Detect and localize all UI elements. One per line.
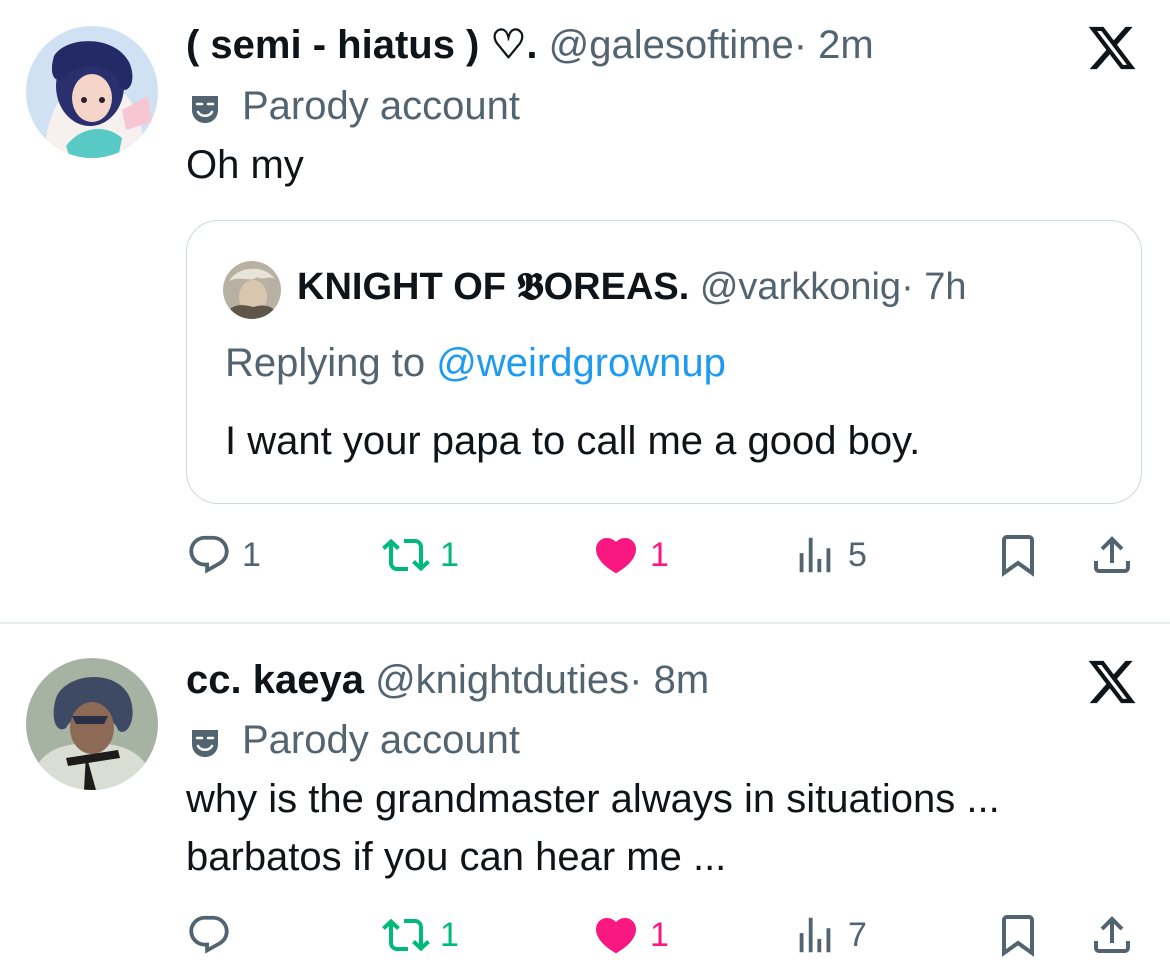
avatar[interactable]	[26, 658, 158, 790]
views-icon	[799, 537, 831, 573]
parody-label: Parody account	[188, 82, 520, 130]
heart-icon	[595, 538, 637, 574]
post-text: why is the grandmaster always in situati…	[186, 770, 1000, 886]
like-count: 1	[650, 915, 669, 954]
parody-mask-icon	[188, 723, 222, 757]
post-actions: 1 1 7	[186, 910, 1136, 960]
repost-icon	[382, 538, 430, 572]
post-header: ( semi - hiatus ) ♡. @galesoftime· 2m	[186, 21, 874, 69]
avatar[interactable]	[26, 26, 158, 158]
reply-icon	[189, 535, 229, 574]
repost-count: 1	[440, 535, 459, 574]
handle[interactable]: @knightduties	[375, 658, 629, 702]
replying-prefix: Replying to	[225, 341, 426, 385]
parody-mask-icon	[188, 89, 222, 123]
post-text-line: barbatos if you can hear me ...	[186, 835, 727, 879]
repost-icon	[382, 918, 430, 952]
x-logo-icon[interactable]	[1086, 22, 1138, 74]
share-icon	[1094, 536, 1130, 573]
handle[interactable]: @galesoftime	[549, 23, 794, 67]
like-button[interactable]: 1	[592, 910, 669, 960]
quote-avatar[interactable]	[223, 261, 281, 319]
reply-icon	[189, 915, 229, 954]
views-count: 5	[848, 535, 867, 574]
x-logo-icon[interactable]	[1086, 656, 1138, 708]
repost-button[interactable]: 1	[382, 910, 459, 960]
timestamp[interactable]: · 8m	[629, 658, 709, 702]
bookmark-icon	[1002, 535, 1034, 577]
post-header: cc. kaeya @knightduties· 8m	[186, 656, 709, 704]
parody-text: Parody account	[242, 718, 520, 762]
bookmark-icon	[1002, 915, 1034, 957]
repost-count: 1	[440, 915, 459, 954]
repost-button[interactable]: 1	[382, 530, 459, 580]
views-button[interactable]: 5	[792, 530, 867, 580]
share-button[interactable]	[1088, 530, 1136, 580]
parody-text: Parody account	[242, 84, 520, 128]
heart-icon	[595, 918, 637, 954]
post-actions: 1 1 1 5	[186, 530, 1136, 580]
post-text: Oh my	[186, 136, 304, 194]
quote-text: I want your papa to call me a good boy.	[225, 419, 921, 463]
like-count: 1	[650, 535, 669, 574]
views-count: 7	[848, 915, 867, 954]
views-button[interactable]: 7	[792, 910, 867, 960]
parody-label: Parody account	[188, 716, 520, 764]
share-icon	[1094, 916, 1130, 953]
bookmark-button[interactable]	[994, 910, 1042, 960]
quoted-post[interactable]: KNIGHT OF 𝕭OREAS. @varkkonig· 7h Replyin…	[186, 220, 1142, 504]
reply-button[interactable]: 1	[186, 530, 261, 580]
quote-header: KNIGHT OF 𝕭OREAS. @varkkonig· 7h	[297, 263, 967, 311]
display-name[interactable]: ( semi - hiatus ) ♡.	[186, 23, 537, 67]
display-name[interactable]: cc. kaeya	[186, 658, 364, 702]
quote-timestamp[interactable]: · 7h	[901, 266, 966, 308]
quote-handle[interactable]: @varkkonig	[700, 266, 901, 308]
views-icon	[799, 917, 831, 953]
replying-to: Replying to @weirdgrownup	[225, 339, 726, 387]
replying-to-link[interactable]: @weirdgrownup	[436, 341, 726, 385]
post-text-line: Oh my	[186, 143, 304, 187]
like-button[interactable]: 1	[592, 530, 669, 580]
share-button[interactable]	[1088, 910, 1136, 960]
bookmark-button[interactable]	[994, 530, 1042, 580]
timestamp[interactable]: · 2m	[794, 23, 874, 67]
post-divider	[0, 622, 1170, 624]
post-text-line: why is the grandmaster always in situati…	[186, 777, 1000, 821]
quote-display-name[interactable]: KNIGHT OF 𝕭OREAS.	[297, 266, 689, 308]
reply-count: 1	[242, 535, 261, 574]
reply-button[interactable]	[186, 910, 242, 960]
